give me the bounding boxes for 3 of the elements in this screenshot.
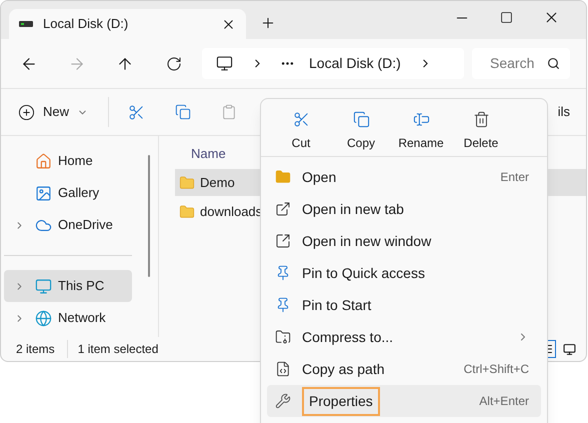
status-text: 1 item selected <box>66 340 158 358</box>
tab-title: Local Disk (D:) <box>43 15 130 34</box>
status-text: 2 items <box>16 341 55 358</box>
